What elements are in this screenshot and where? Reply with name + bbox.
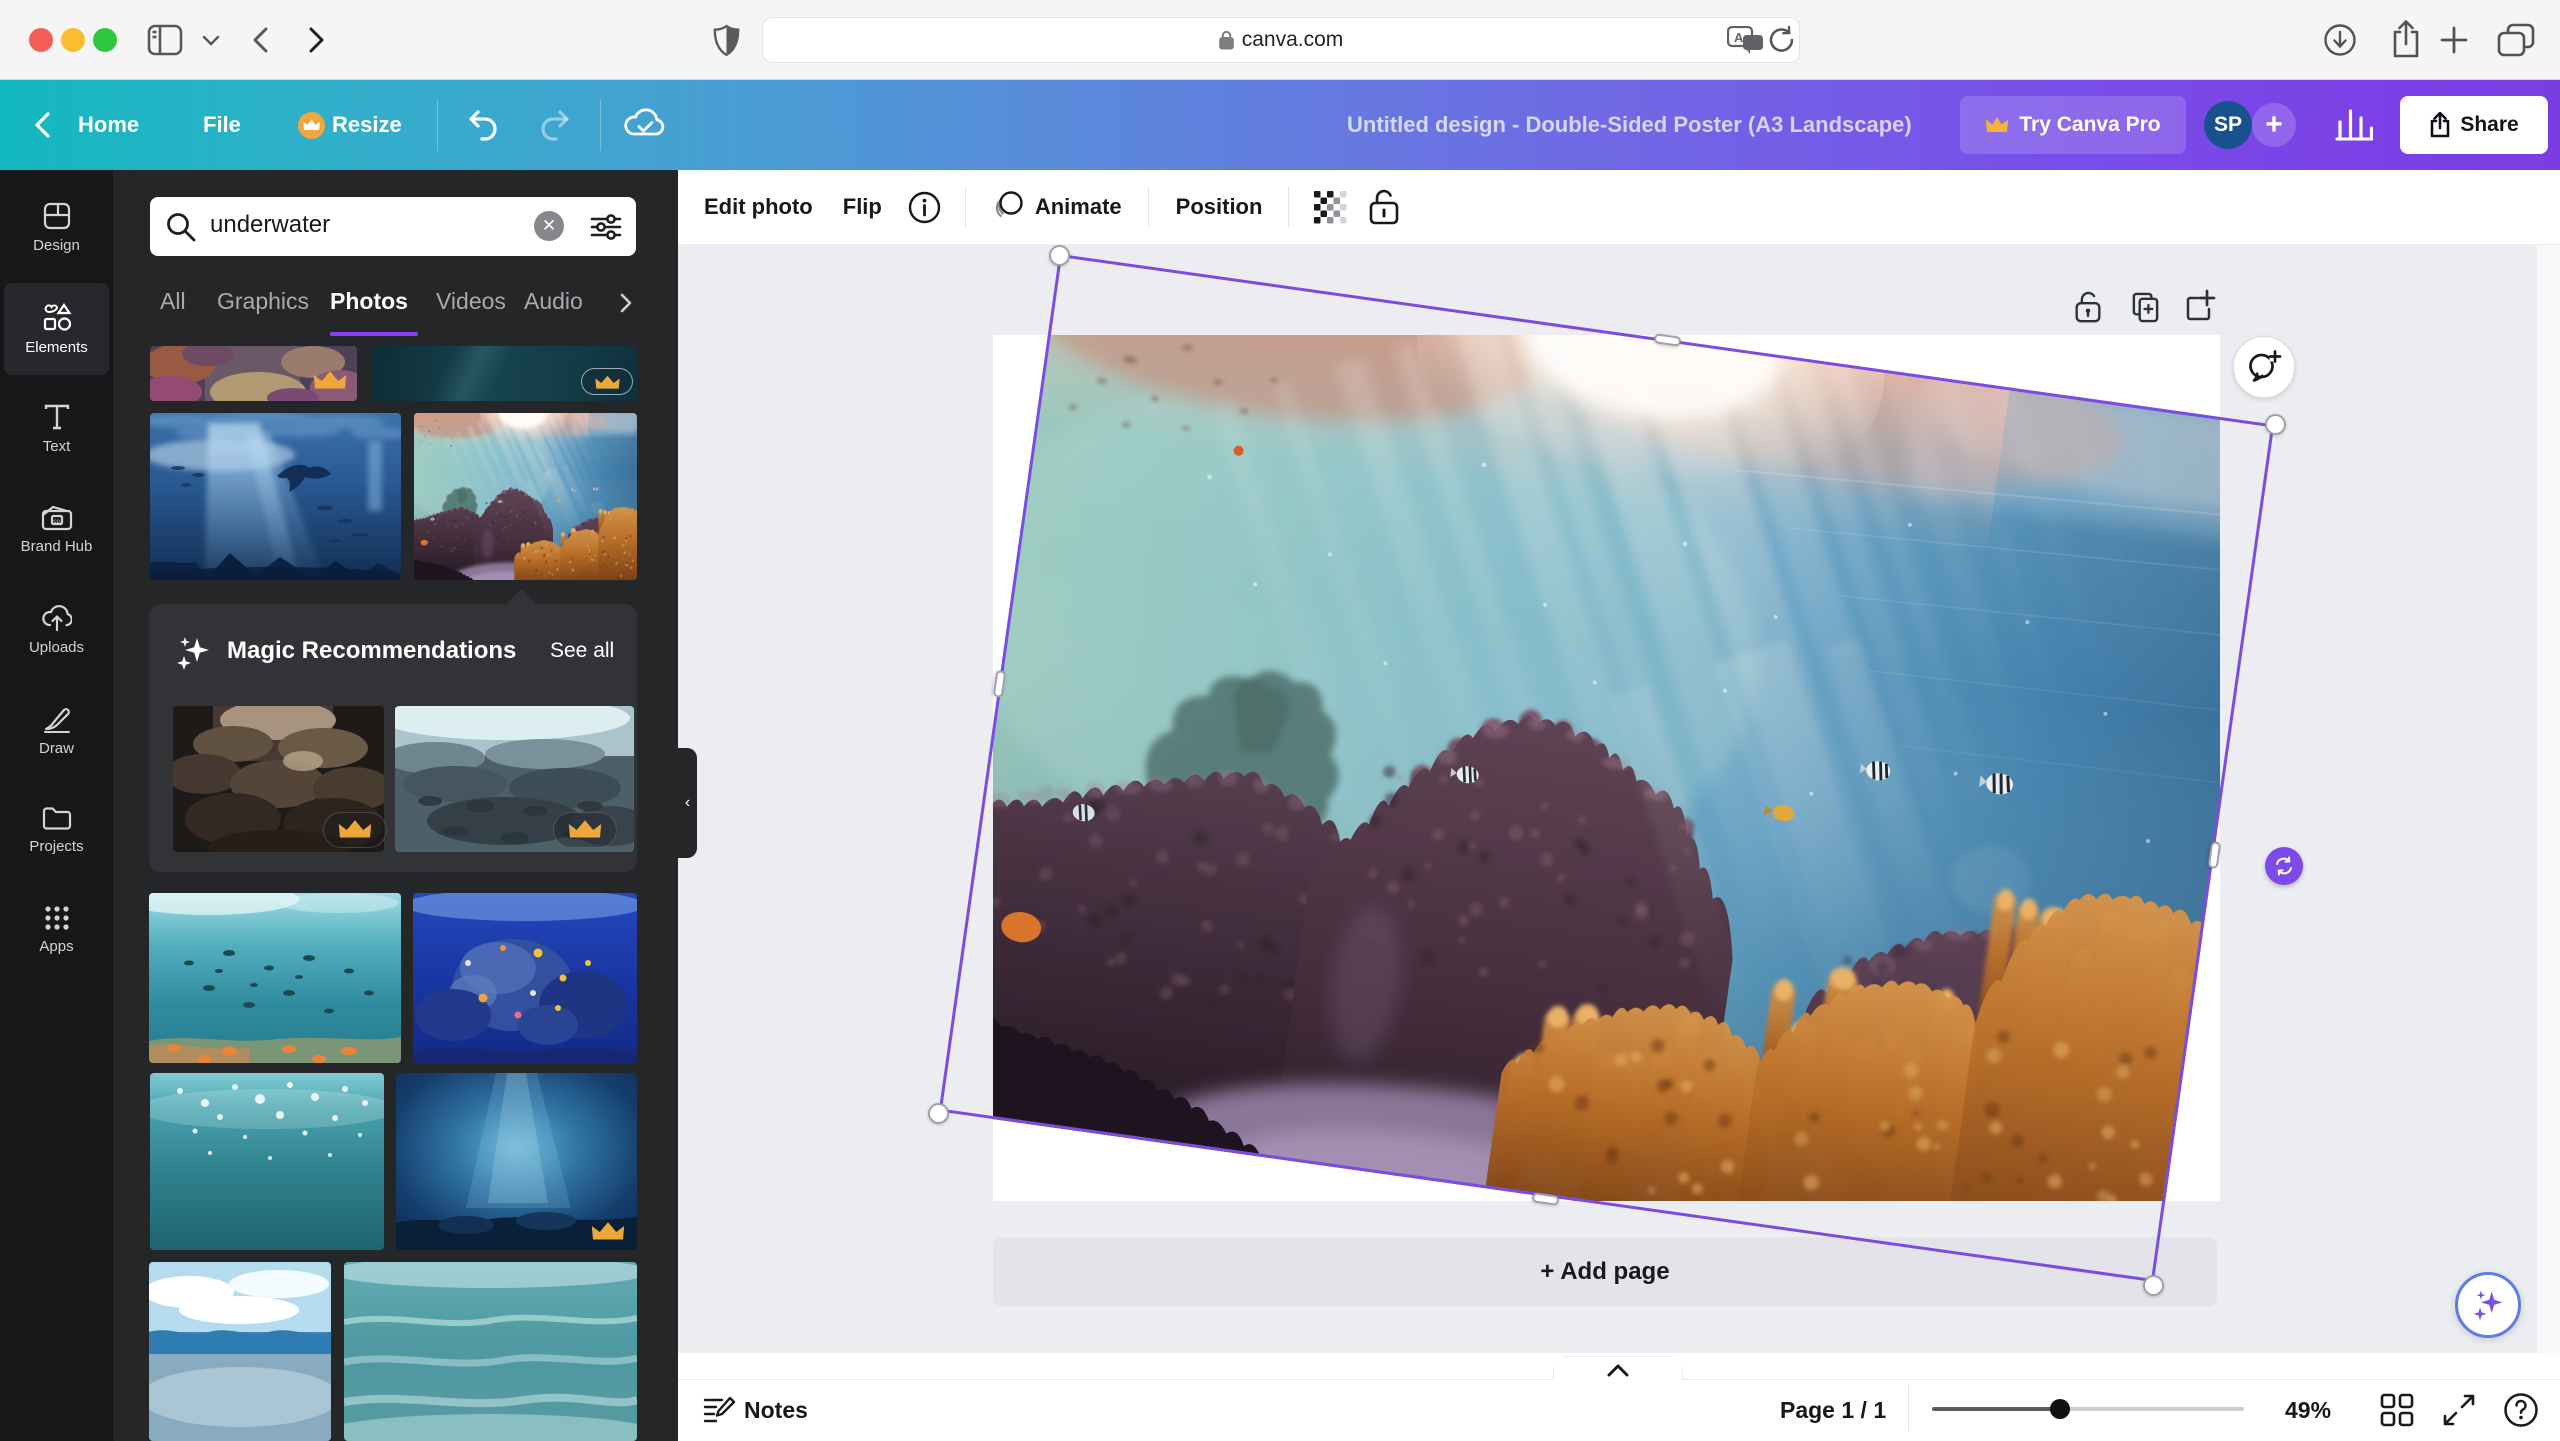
svg-text:co.: co.	[53, 519, 61, 525]
svg-text:A: A	[1734, 30, 1744, 45]
